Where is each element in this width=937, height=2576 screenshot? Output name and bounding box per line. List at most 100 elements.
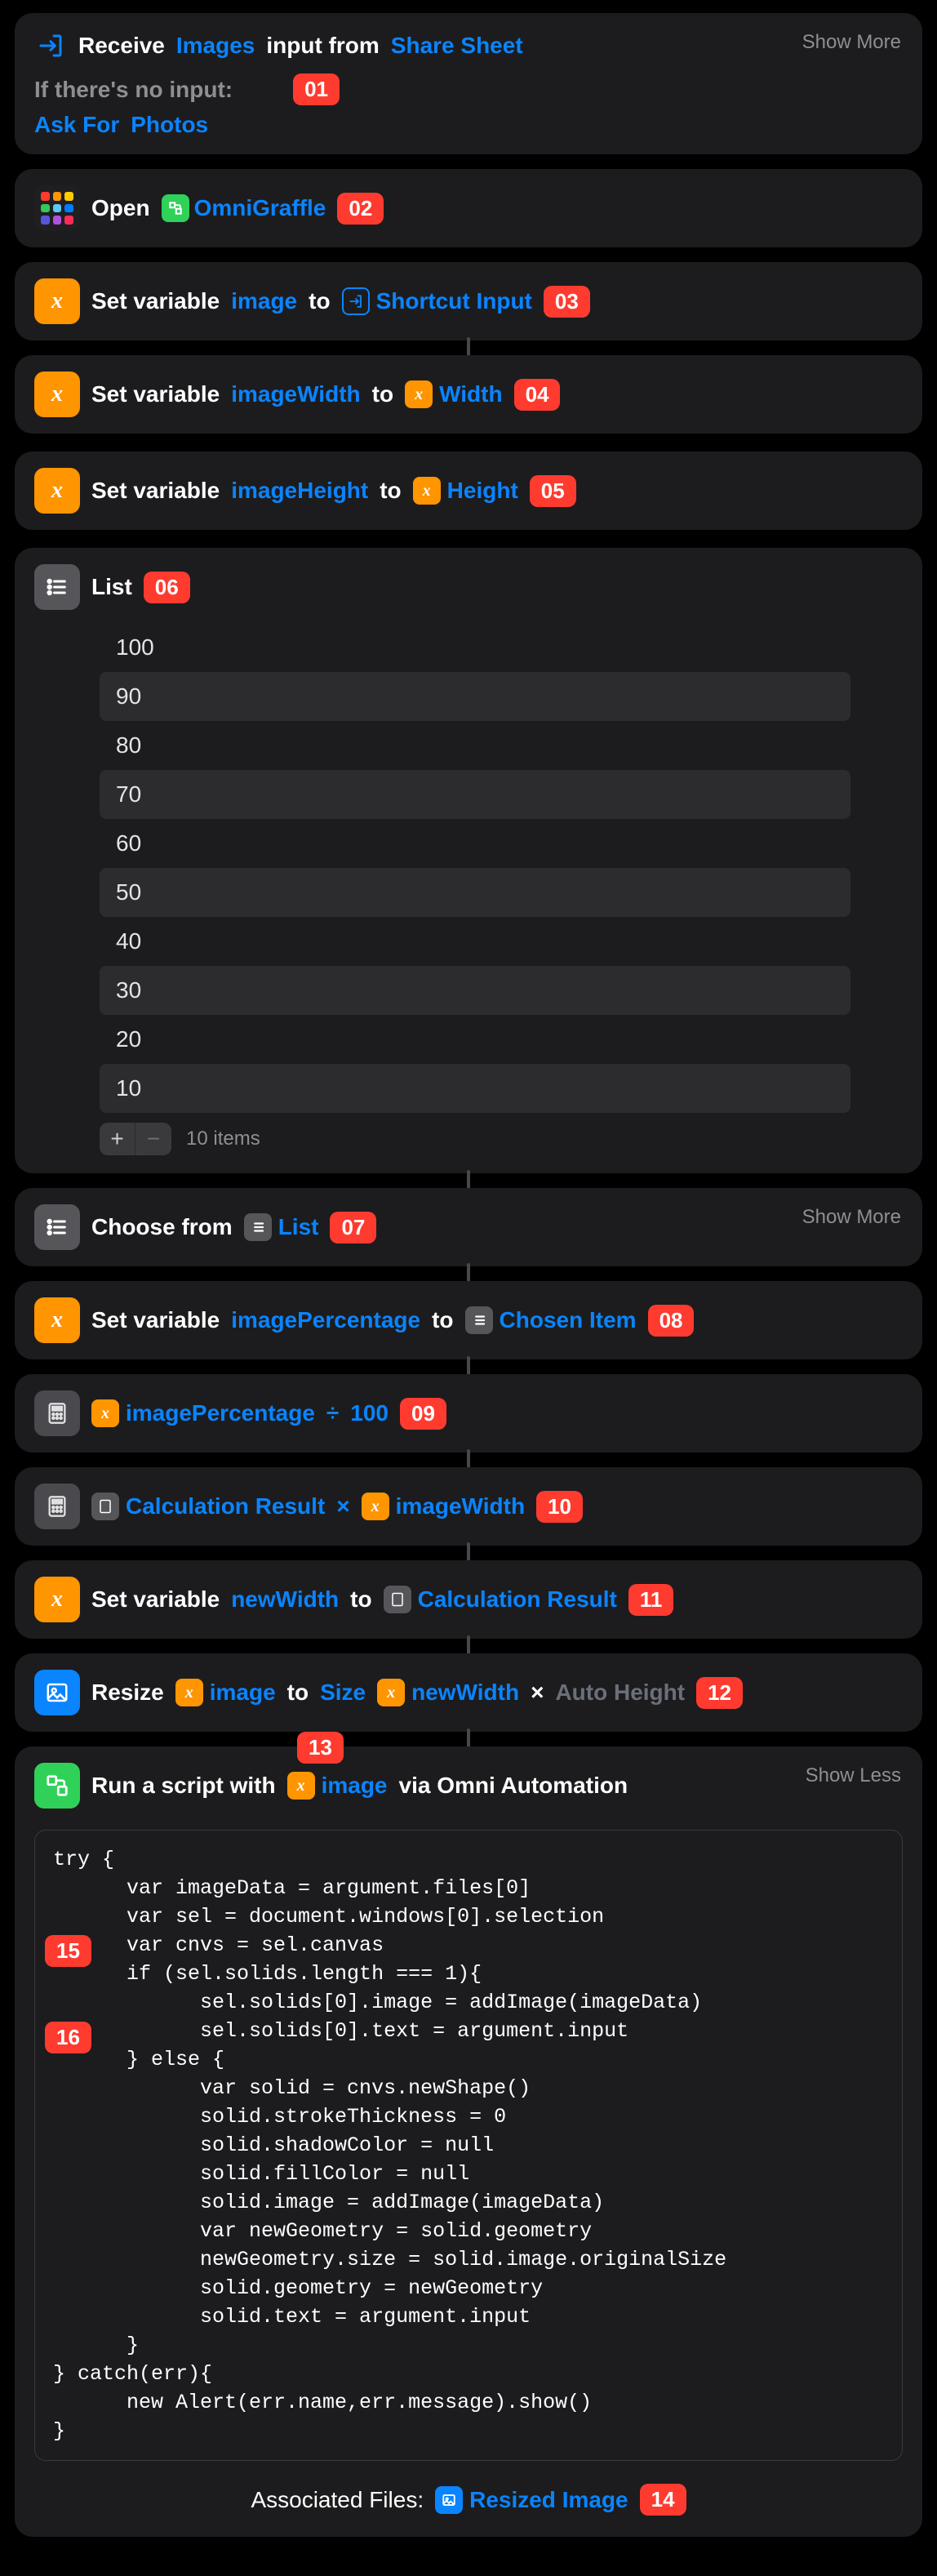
badge-06: 06: [144, 572, 190, 603]
omnigraffle-token[interactable]: OmniGraffle: [162, 194, 326, 222]
script-editor[interactable]: 15 16 try { var imageData = argument.fil…: [34, 1830, 903, 2461]
calculation-result-token[interactable]: Calculation Result: [384, 1586, 617, 1613]
connector: [467, 1356, 470, 1376]
run-script-card: 13 Show Less Run a script with x image v…: [15, 1746, 922, 2537]
open-verb: Open: [91, 195, 150, 221]
list-token[interactable]: List: [244, 1213, 319, 1241]
variable-icon: x: [34, 468, 80, 514]
image-icon: [34, 1670, 80, 1715]
list-title: List: [91, 574, 132, 600]
list-mini-icon: [465, 1306, 493, 1334]
variable-icon: x: [34, 1297, 80, 1343]
list-item[interactable]: 50: [100, 868, 850, 917]
list-item[interactable]: 10: [100, 1064, 850, 1113]
var-name-newwidth[interactable]: newWidth: [231, 1586, 339, 1613]
receive-card: Show More Receive Images input from Shar…: [15, 13, 922, 154]
badge-11: 11: [628, 1584, 674, 1616]
ask-for-token[interactable]: Ask For: [34, 112, 119, 138]
list-item[interactable]: 40: [100, 917, 850, 966]
script-code: try { var imageData = argument.files[0] …: [53, 1845, 884, 2445]
magic-var-icon: x: [405, 380, 433, 408]
receive-mid: input from: [266, 33, 379, 59]
list-item[interactable]: 90: [100, 672, 850, 721]
auto-height-placeholder[interactable]: Auto Height: [555, 1680, 685, 1706]
chosen-item-token[interactable]: Chosen Item: [465, 1306, 637, 1334]
connector: [467, 1170, 470, 1190]
operator-divide[interactable]: ÷: [326, 1400, 339, 1426]
operator-multiply[interactable]: ×: [336, 1493, 349, 1519]
imagewidth-var[interactable]: x imageWidth: [362, 1493, 525, 1520]
receive-source-token[interactable]: Share Sheet: [391, 33, 523, 59]
list-item[interactable]: 20: [100, 1015, 850, 1064]
shortcut-input-token[interactable]: Shortcut Input: [342, 287, 532, 315]
variable-icon: x: [34, 371, 80, 417]
show-less-button[interactable]: Show Less: [806, 1764, 901, 1787]
number-100[interactable]: 100: [350, 1400, 389, 1426]
calculation-result-token[interactable]: Calculation Result: [91, 1493, 325, 1520]
show-more-button[interactable]: Show More: [802, 1206, 901, 1229]
calculator-icon: [34, 1484, 80, 1529]
badge-14: 14: [640, 2484, 686, 2516]
variable-icon: x: [34, 278, 80, 324]
imagepercentage-var[interactable]: x imagePercentage: [91, 1399, 315, 1427]
image-mini-icon: [435, 2486, 463, 2514]
receive-icon: [34, 29, 67, 62]
magic-var-icon: x: [377, 1679, 405, 1706]
variable-icon: x: [34, 1577, 80, 1622]
associated-files-label: Associated Files:: [251, 2487, 424, 2513]
connector: [467, 1263, 470, 1283]
calculate-multiply-card: Calculation Result × x imageWidth 10: [15, 1467, 922, 1546]
size-token[interactable]: Size: [320, 1680, 366, 1706]
var-name-imagewidth[interactable]: imageWidth: [231, 381, 360, 407]
connector: [467, 1635, 470, 1655]
magic-var-icon: x: [175, 1679, 203, 1706]
magic-var-icon: x: [362, 1493, 389, 1520]
list-item[interactable]: 70: [100, 770, 850, 819]
show-more-button[interactable]: Show More: [802, 31, 901, 54]
badge-05: 05: [530, 475, 576, 507]
connector: [467, 1449, 470, 1469]
resized-image-token[interactable]: Resized Image: [435, 2486, 628, 2514]
list-mini-icon: [244, 1213, 272, 1241]
list-item[interactable]: 30: [100, 966, 850, 1015]
photos-token[interactable]: Photos: [131, 112, 208, 138]
var-name-image[interactable]: image: [231, 288, 297, 314]
badge-13: 13: [297, 1732, 344, 1764]
set-variable-newwidth-card: x Set variable newWidth to Calculation R…: [15, 1560, 922, 1639]
list-item[interactable]: 100: [100, 623, 850, 672]
height-magic-var[interactable]: x Height: [413, 477, 518, 505]
connector: [467, 1542, 470, 1562]
badge-15: 15: [45, 1935, 91, 1967]
set-var-verb: Set variable: [91, 288, 220, 314]
width-magic-var[interactable]: x Width: [405, 380, 503, 408]
var-name-imageheight[interactable]: imageHeight: [231, 478, 368, 504]
calc-mini-icon: [384, 1586, 411, 1613]
list-card: List 06 100 90 80 70 60 50 40 30 20 10 +…: [15, 548, 922, 1173]
badge-03: 03: [544, 286, 590, 318]
add-item-button[interactable]: +: [100, 1123, 135, 1155]
set-variable-image-card: x Set variable image to Shortcut Input 0…: [15, 262, 922, 340]
open-app-card: Open OmniGraffle 02: [15, 169, 922, 247]
remove-item-button[interactable]: −: [135, 1123, 171, 1155]
magic-var-icon: x: [413, 477, 441, 505]
badge-04: 04: [514, 379, 561, 411]
no-input-label: If there's no input:: [34, 77, 233, 103]
badge-08: 08: [648, 1305, 695, 1337]
choose-from-list-card: Show More Choose from List 07: [15, 1188, 922, 1266]
set-variable-width-card: x Set variable imageWidth to x Width 04: [15, 355, 922, 434]
calculator-icon: [34, 1390, 80, 1436]
shortcut-input-icon: [342, 287, 370, 315]
var-name-imagepercentage[interactable]: imagePercentage: [231, 1307, 420, 1333]
badge-10: 10: [536, 1491, 583, 1523]
badge-07: 07: [330, 1212, 376, 1244]
receive-type-token[interactable]: Images: [176, 33, 255, 59]
list-item[interactable]: 60: [100, 819, 850, 868]
connector: [467, 1728, 470, 1748]
newwidth-var[interactable]: x newWidth: [377, 1679, 519, 1706]
omnigraffle-icon: [162, 194, 189, 222]
image-var[interactable]: x image: [175, 1679, 276, 1706]
calc-mini-icon: [91, 1493, 119, 1520]
list-item[interactable]: 80: [100, 721, 850, 770]
image-var[interactable]: x image: [287, 1772, 388, 1800]
list-icon: [34, 1204, 80, 1250]
